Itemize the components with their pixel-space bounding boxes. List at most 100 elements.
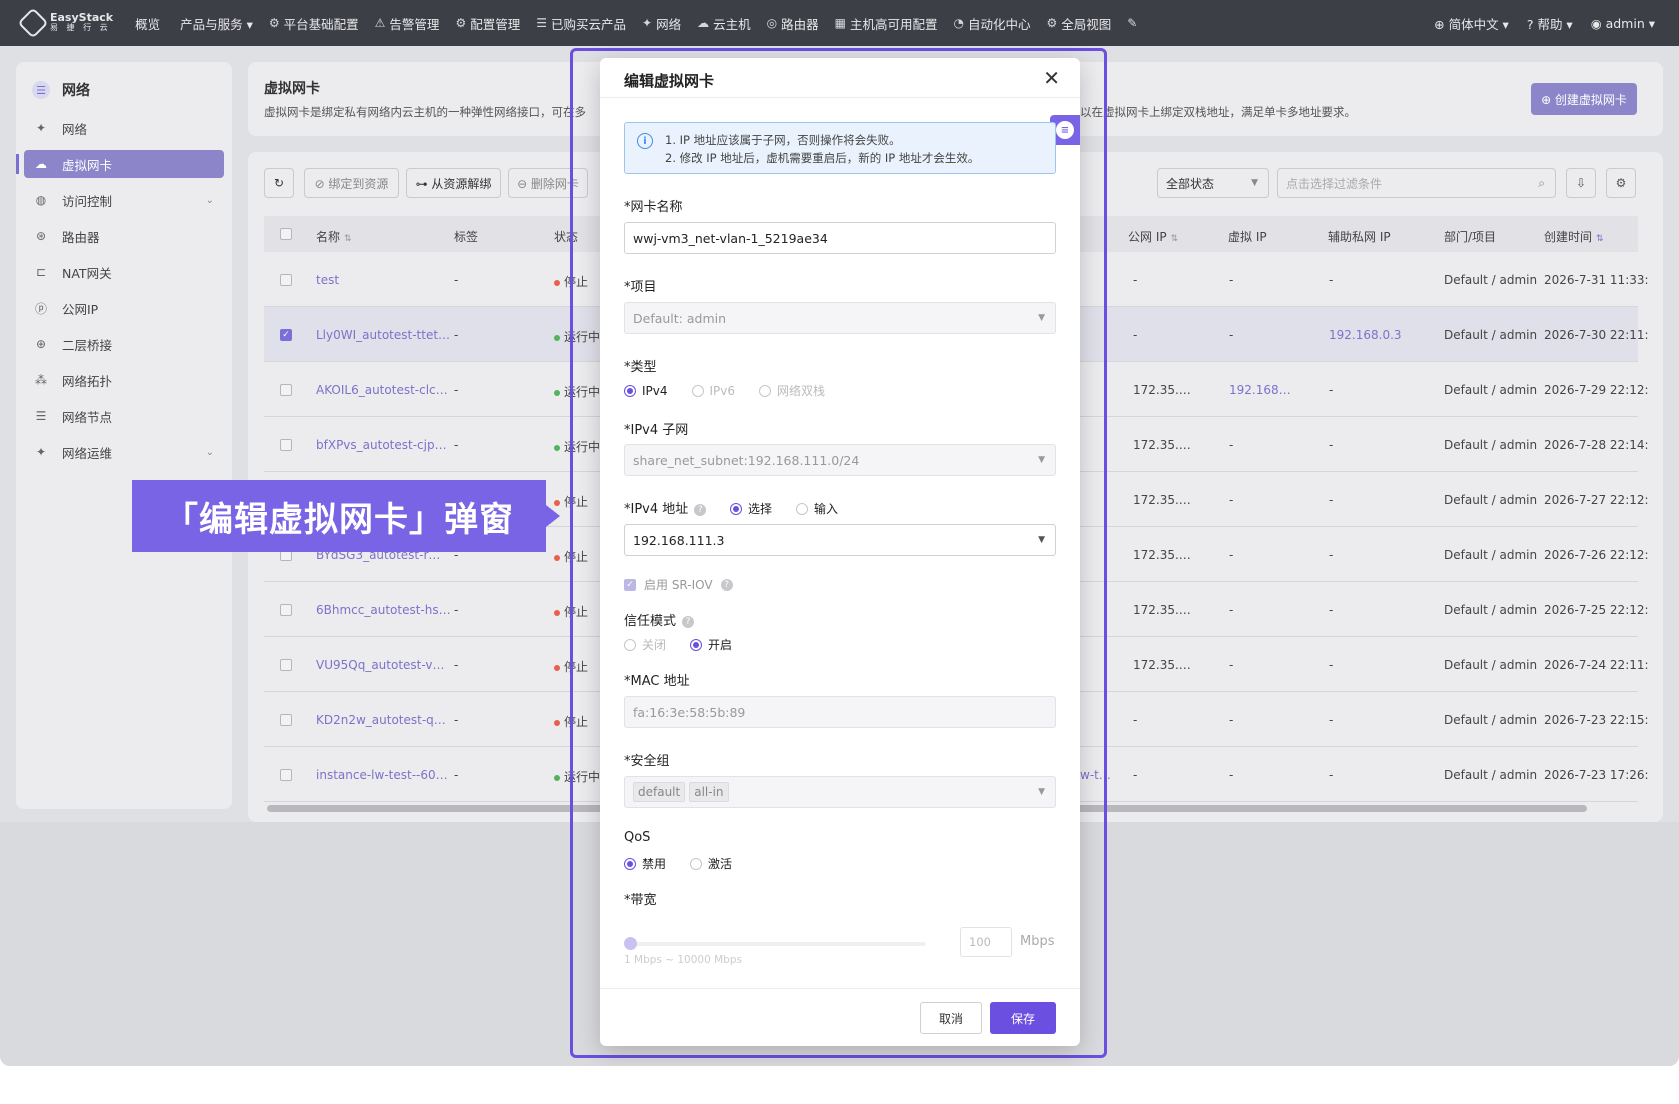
row-checkbox[interactable] — [280, 439, 292, 451]
save-button[interactable]: 保存 — [990, 1002, 1056, 1034]
ipv4-mode-input-radio[interactable]: 输入 — [796, 500, 838, 517]
ipv4-mode-select-radio[interactable]: 选择 — [730, 500, 772, 517]
nav-global-view[interactable]: ⚙ 全局视图 — [1046, 14, 1111, 33]
table-settings-button[interactable]: ⚙ — [1606, 168, 1636, 198]
network-icon: ✦ — [35, 121, 47, 135]
nav-router[interactable]: ◎ 路由器 — [767, 14, 819, 33]
filter-search-input[interactable]: 点击选择过滤条件 ⌕ — [1277, 168, 1556, 198]
ipv4-address-select[interactable]: 192.168.111.3 ▼ — [624, 524, 1056, 556]
col-project: 部门/项目 — [1444, 230, 1497, 244]
qos-enabled-radio[interactable]: 激活 — [690, 855, 732, 872]
sidebar-item-nat-gateway[interactable]: ⊏ NAT网关 — [24, 258, 224, 286]
user-icon: ◉ — [1590, 15, 1606, 31]
nav-network[interactable]: ✦ 网络 — [642, 14, 681, 33]
left-sidebar: ☰ 网络 ✦ 网络 ☁ 虚拟网卡 ◍ 访问控制 ⌄ ⊛ 路由器 ⊏ NAT网关 ⓟ 公网IP … — [16, 62, 232, 809]
row-created-time: 2026-7-24 22:11: — [1544, 658, 1649, 672]
sidebar-item-router[interactable]: ⊛ 路由器 — [24, 222, 224, 250]
status-dot-icon — [554, 334, 560, 341]
col-public-ip[interactable]: 公网 IP ⇅ — [1128, 228, 1178, 245]
ipv4-address-label: *IPv4 地址? — [624, 498, 707, 517]
row-created-time: 2026-7-25 22:12: — [1544, 603, 1649, 617]
info-icon: i — [637, 133, 653, 149]
help-icon[interactable]: ? — [694, 503, 707, 516]
row-name-link[interactable]: Lly0WI_autotest-ttet… — [316, 328, 450, 342]
type-label: *类型 — [624, 360, 657, 375]
nav-config-mgmt[interactable]: ⚙ 配置管理 — [455, 14, 520, 33]
language-selector[interactable]: ⊕ 简体中文 ▾ — [1434, 14, 1509, 33]
help-menu[interactable]: ? 帮助 ▾ — [1527, 14, 1573, 33]
row-name-link[interactable]: VU95Qq_autotest-v… — [316, 658, 444, 672]
row-checkbox[interactable] — [280, 384, 292, 396]
row-tag: - — [454, 658, 459, 672]
nav-cloud-host[interactable]: ☁ 云主机 — [697, 14, 751, 33]
nav-overview[interactable]: 概览 — [131, 14, 160, 33]
sidebar-item-topology[interactable]: ⁂ 网络拓扑 — [24, 366, 224, 394]
nav-automation[interactable]: ◔ 自动化中心 — [953, 14, 1030, 33]
row-public-ip: 172.35.… — [1133, 548, 1191, 562]
sidebar-item-virtual-nic[interactable]: ☁ 虚拟网卡 — [24, 150, 224, 178]
col-created[interactable]: 创建时间 ⇅ — [1544, 228, 1604, 245]
create-virtual-nic-button[interactable]: ⊕ 创建虚拟网卡 — [1531, 83, 1637, 115]
nav-pin[interactable]: ✎ — [1127, 16, 1141, 30]
nav-purchased-products[interactable]: ☰ 已购买云产品 — [536, 14, 626, 33]
sidebar-item-l2-bridge[interactable]: ⊕ 二层桥接 — [24, 330, 224, 358]
automation-icon: ◔ — [953, 16, 964, 30]
row-name-link[interactable]: 6Bhmcc_autotest-hs… — [316, 603, 451, 617]
nav-platform-config[interactable]: ⚙ 平台基础配置 — [269, 14, 359, 33]
row-virtual-ip: - — [1229, 438, 1234, 452]
row-checkbox[interactable] — [280, 714, 292, 726]
cancel-button[interactable]: 取消 — [920, 1002, 982, 1034]
sidebar-item-network[interactable]: ✦ 网络 — [24, 114, 224, 142]
nav-host-ha[interactable]: ▦ 主机高可用配置 — [835, 14, 938, 33]
row-name-link[interactable]: KD2n2w_autotest-q… — [316, 713, 446, 727]
annotation-callout: 「编辑虚拟网卡」弹窗 — [132, 480, 546, 552]
network-icon: ✦ — [642, 16, 653, 30]
sort-icon: ⇅ — [1596, 234, 1604, 244]
sidebar-item-public-ip[interactable]: ⓟ 公网IP — [24, 294, 224, 322]
row-checkbox[interactable]: ✓ — [280, 329, 292, 341]
nic-name-input[interactable]: wwj-vm3_net-vlan-1_5219ae34 — [624, 222, 1056, 254]
bind-resource-button[interactable]: ⊘ 绑定到资源 — [304, 168, 399, 198]
bandwidth-unit: Mbps — [1020, 934, 1055, 949]
row-virtual-ip[interactable]: 192.168… — [1229, 383, 1291, 397]
menu-icon[interactable]: ☰ — [32, 81, 50, 99]
bandwidth-hint: 1 Mbps ~ 10000 Mbps — [624, 954, 742, 966]
row-checkbox[interactable] — [280, 274, 292, 286]
status-filter-select[interactable]: 全部状态 ▼ — [1157, 168, 1269, 198]
sidebar-item-network-ops[interactable]: ✦ 网络运维 ⌄ — [24, 438, 224, 466]
qos-disabled-radio[interactable]: 禁用 — [624, 855, 666, 872]
row-public-ip: - — [1133, 273, 1138, 287]
refresh-button[interactable]: ↻ — [264, 168, 294, 198]
row-created-time: 2026-7-27 22:12: — [1544, 493, 1649, 507]
help-icon[interactable]: ? — [682, 615, 695, 628]
export-button[interactable]: ⇩ — [1566, 168, 1596, 198]
row-name-link[interactable]: test — [316, 273, 339, 287]
gear-icon: ⚙ — [1615, 176, 1627, 190]
row-secondary-ip[interactable]: 192.168.0.3 — [1329, 328, 1402, 342]
close-icon[interactable]: ✕ — [1043, 66, 1060, 90]
row-tag: - — [454, 273, 459, 287]
row-checkbox[interactable] — [280, 769, 292, 781]
help-icon[interactable]: ? — [720, 578, 733, 591]
trust-on-radio[interactable]: 开启 — [690, 636, 732, 653]
cloud-icon: ☁ — [697, 16, 710, 30]
unbind-resource-button[interactable]: ⊶ 从资源解绑 — [406, 168, 501, 198]
sidebar-item-network-node[interactable]: ☰ 网络节点 — [24, 402, 224, 430]
select-all-checkbox[interactable] — [280, 228, 292, 240]
row-secondary-ip: - — [1329, 438, 1334, 452]
easystack-logo[interactable]: EasyStack 易 捷 行 云 — [17, 7, 113, 39]
col-name[interactable]: 名称 ⇅ — [316, 228, 352, 245]
nav-alert-mgmt[interactable]: ⚠ 告警管理 — [375, 14, 440, 33]
row-checkbox[interactable] — [280, 659, 292, 671]
row-virtual-ip: - — [1229, 658, 1234, 672]
trust-off-radio[interactable]: 关闭 — [624, 636, 666, 653]
sidebar-item-access-control[interactable]: ◍ 访问控制 ⌄ — [24, 186, 224, 214]
nav-products-services[interactable]: 产品与服务 ▾ — [176, 14, 253, 33]
caret-down-icon: ▼ — [1038, 455, 1045, 465]
row-checkbox[interactable] — [280, 604, 292, 616]
type-ipv4-radio[interactable]: IPv4 — [624, 384, 668, 398]
row-name-link[interactable]: instance-lw-test--60… — [316, 768, 448, 782]
user-menu[interactable]: ◉ admin ▾ — [1591, 16, 1655, 31]
row-name-link[interactable]: bfXPvs_autotest-cjp… — [316, 438, 447, 452]
row-name-link[interactable]: AKOIL6_autotest-clc… — [316, 383, 448, 397]
